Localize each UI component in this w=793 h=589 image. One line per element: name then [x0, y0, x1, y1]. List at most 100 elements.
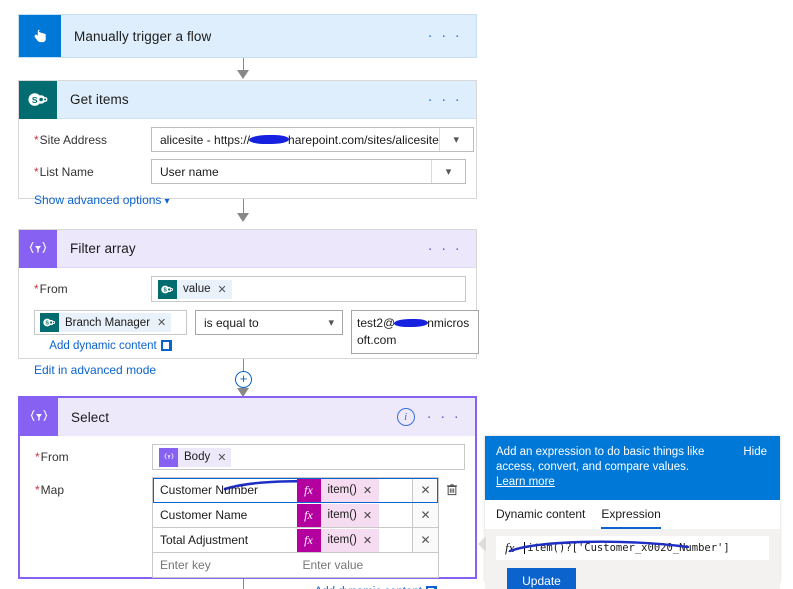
tab-expression[interactable]: Expression	[601, 507, 661, 529]
map-value-placeholder-input[interactable]: Enter value	[296, 553, 439, 577]
chevron-down-icon-list-name[interactable]: ▾	[431, 160, 465, 183]
table-row[interactable]: Customer Number fx item() ✕ ✕	[153, 478, 438, 503]
trigger-card-header: Manually trigger a flow · · ·	[19, 15, 476, 57]
select-map-label: *Map	[35, 483, 65, 497]
fx-icon: fx	[296, 503, 321, 527]
site-address-label: *Site Address	[34, 132, 108, 147]
token-branch-manager[interactable]: S Branch Manager ✕	[40, 313, 172, 332]
list-name-label: *List Name	[34, 164, 94, 179]
expression-editor-panel: Add an expression to do basic things lik…	[478, 436, 780, 589]
tab-dynamic-content[interactable]: Dynamic content	[496, 507, 585, 529]
trigger-card-manually-trigger-a-flow[interactable]: Manually trigger a flow · · ·	[18, 14, 477, 58]
connector-line-3	[243, 359, 244, 371]
action-card-get-items[interactable]: S Get items · · · *Site Address alicesit…	[18, 80, 477, 207]
learn-more-link[interactable]: Learn more	[496, 476, 555, 488]
delete-row-button[interactable]: ✕	[412, 503, 438, 527]
data-operations-icon	[20, 398, 58, 436]
expression-token-label: item()	[327, 484, 357, 496]
condition-left-input[interactable]: S Branch Manager ✕	[34, 310, 187, 335]
remove-token-icon[interactable]: ✕	[217, 451, 226, 464]
map-key-input[interactable]: Customer Number	[153, 478, 296, 502]
chevron-down-icon-site-address[interactable]: ▾	[438, 128, 473, 151]
remove-token-icon[interactable]: ✕	[363, 484, 379, 497]
condition-left-operand: S Branch Manager ✕ Add dynamic content	[34, 310, 187, 352]
sharepoint-icon: S	[40, 313, 59, 332]
get-items-menu-button[interactable]: · · ·	[422, 92, 476, 107]
select-from-row: *From Body ✕	[30, 444, 465, 470]
chevron-down-icon-advanced: ▾	[164, 196, 170, 207]
update-button[interactable]: Update	[507, 568, 576, 589]
delete-row-button[interactable]: ✕	[412, 528, 438, 552]
select-title: Select	[71, 409, 110, 425]
action-card-select[interactable]: Select i · · · *From Body ✕ *Map Custome…	[18, 396, 477, 589]
svg-text:S: S	[45, 321, 49, 327]
sharepoint-icon: S	[158, 279, 177, 299]
expression-panel-tabs: Dynamic content Expression	[485, 500, 780, 529]
select-from-label: *From	[35, 450, 69, 464]
filter-array-body: *From S value ✕ S Branch Manager ✕ Add d…	[19, 268, 479, 387]
add-step-button[interactable]: +	[235, 371, 252, 388]
map-key-input[interactable]: Customer Name	[153, 503, 296, 527]
select-menu-button[interactable]: · · ·	[421, 409, 475, 424]
site-address-value: alicesite - https://harepoint.com/sites/…	[160, 132, 439, 147]
chevron-down-icon-operator[interactable]: ▾	[328, 316, 334, 329]
required-asterisk: *	[34, 132, 39, 147]
map-key-input[interactable]: Total Adjustment	[153, 528, 296, 552]
required-asterisk: *	[35, 450, 40, 464]
expression-input[interactable]: fx item()?['Customer_x0020_Number']	[496, 536, 769, 560]
list-name-row: *List Name User name ▾	[29, 159, 466, 184]
token-label: Body	[184, 451, 211, 463]
map-value-input[interactable]: fx item() ✕	[296, 528, 413, 552]
filter-add-dynamic-content-link[interactable]: Add dynamic content	[34, 338, 187, 352]
map-key-placeholder-input[interactable]: Enter key	[153, 553, 296, 577]
token-body[interactable]: Body ✕	[159, 447, 232, 467]
trigger-menu-button[interactable]: · · ·	[422, 28, 476, 43]
panel-collapse-handle[interactable]	[478, 536, 486, 552]
expression-token-label: item()	[327, 534, 357, 546]
table-row-empty[interactable]: Enter key Enter value	[153, 553, 438, 578]
data-operations-icon	[19, 229, 57, 268]
expression-token[interactable]: fx item() ✕	[296, 528, 380, 552]
required-asterisk: *	[34, 164, 39, 179]
action-card-filter-array[interactable]: Filter array · · · *From S value ✕ S Bra…	[18, 229, 479, 377]
condition-operator-select[interactable]: is equal to ▾	[195, 310, 343, 335]
select-header: Select i · · ·	[20, 398, 475, 436]
remove-token-icon[interactable]: ✕	[363, 534, 379, 547]
svg-text:S: S	[163, 287, 167, 293]
expression-value: item()?['Customer_x0020_Number']	[524, 542, 730, 554]
table-row[interactable]: Customer Name fx item() ✕ ✕	[153, 503, 438, 528]
site-address-input[interactable]: alicesite - https://harepoint.com/sites/…	[151, 127, 474, 152]
map-value-input[interactable]: fx item() ✕	[296, 478, 413, 502]
required-asterisk: *	[35, 483, 40, 497]
flow-designer-canvas: Manually trigger a flow · · · S Get item…	[0, 0, 793, 589]
token-value[interactable]: S value ✕	[158, 279, 232, 299]
redaction-mark-email	[394, 318, 429, 327]
list-name-input[interactable]: User name ▾	[151, 159, 466, 184]
filter-array-header: Filter array · · ·	[19, 229, 476, 268]
remove-token-icon[interactable]: ✕	[218, 283, 227, 296]
hide-panel-button[interactable]: Hide	[743, 446, 767, 458]
delete-row-button[interactable]: ✕	[412, 478, 438, 502]
sharepoint-icon: S	[19, 80, 57, 119]
dynamic-content-icon	[160, 340, 172, 351]
expression-token[interactable]: fx item() ✕	[296, 503, 380, 527]
remove-token-icon[interactable]: ✕	[157, 316, 166, 329]
redaction-mark-site-address	[249, 134, 290, 144]
select-from-input[interactable]: Body ✕	[152, 444, 465, 470]
select-add-dynamic-content-link[interactable]: Add dynamic content	[152, 584, 439, 589]
table-row[interactable]: Total Adjustment fx item() ✕ ✕	[153, 528, 438, 553]
map-side-actions	[439, 477, 465, 502]
info-icon[interactable]: i	[396, 408, 415, 426]
delete-all-rows-icon[interactable]	[439, 477, 465, 502]
condition-operator-value: is equal to	[204, 315, 259, 330]
filter-from-input[interactable]: S value ✕	[151, 276, 466, 302]
remove-token-icon[interactable]: ✕	[363, 509, 379, 522]
show-advanced-options-link[interactable]: Show advanced options ▾	[29, 191, 466, 207]
filter-array-menu-button[interactable]: · · ·	[422, 241, 476, 256]
map-value-input[interactable]: fx item() ✕	[296, 503, 413, 527]
get-items-title: Get items	[70, 92, 129, 107]
filter-array-title: Filter array	[70, 241, 136, 256]
expression-token[interactable]: fx item() ✕	[296, 478, 380, 502]
condition-right-value-input[interactable]: test2@ nmicrosoft.com	[351, 310, 479, 354]
required-asterisk: *	[34, 282, 39, 296]
